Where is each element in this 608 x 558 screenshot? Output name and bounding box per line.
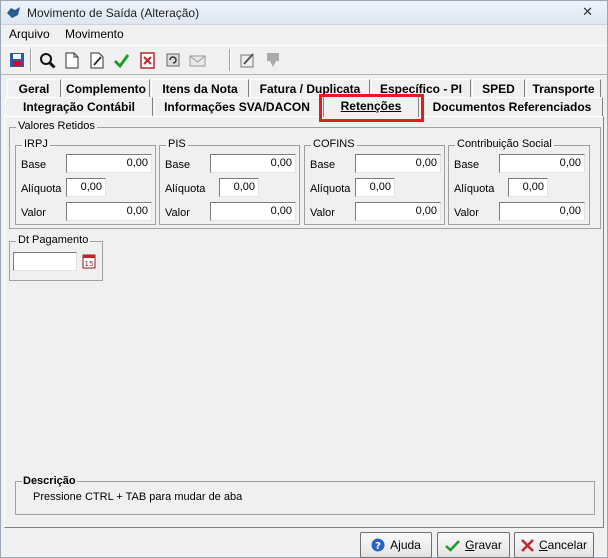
- cancel-x-icon: [521, 538, 534, 552]
- tab-documentos-referenciados[interactable]: Documentos Referenciados: [421, 97, 603, 116]
- irpj-title: IRPJ: [22, 138, 50, 150]
- save-icon[interactable]: [6, 49, 27, 71]
- tab-complemento[interactable]: Complemento: [62, 79, 150, 98]
- pis-valor-field[interactable]: 0,00: [210, 202, 296, 221]
- dt-pagamento-group: Dt Pagamento 15: [9, 234, 103, 281]
- csll-base-field[interactable]: 0,00: [499, 154, 585, 173]
- valores-retidos-group: Valores Retidos IRPJ Base 0,00 Alíquota …: [9, 120, 601, 229]
- window-title: Movimento de Saída (Alteração): [27, 6, 200, 20]
- gravar-button[interactable]: Gravar: [437, 532, 510, 558]
- stamp-icon[interactable]: [263, 49, 284, 71]
- tab-panel-retencoes: Valores Retidos IRPJ Base 0,00 Alíquota …: [4, 116, 604, 528]
- tab-informacoes-sva-dacon[interactable]: Informações SVA/DACON: [154, 97, 320, 116]
- gravar-label: Gravar: [465, 538, 502, 552]
- dt-pagamento-field[interactable]: [13, 252, 77, 271]
- title-bar: Movimento de Saída (Alteração) ✕: [1, 1, 607, 25]
- tab-geral[interactable]: Geral: [7, 79, 61, 98]
- menu-arquivo[interactable]: Arquivo: [9, 27, 50, 41]
- tab-retencoes[interactable]: Retenções: [323, 96, 419, 117]
- csll-base-label: Base: [454, 159, 480, 171]
- help-icon: ?: [371, 538, 385, 552]
- csll-valor-field[interactable]: 0,00: [499, 202, 585, 221]
- app-logo-icon: [7, 7, 20, 18]
- cofins-aliquota-label: Alíquota: [310, 183, 351, 195]
- descricao-box: Descrição Pressione CTRL + TAB para muda…: [15, 475, 595, 515]
- pis-aliquota-field[interactable]: 0,00: [219, 178, 259, 197]
- contribuicao-social-group: Contribuição Social Base 0,00 Alíquota 0…: [448, 138, 590, 225]
- ajuda-button[interactable]: ? Ajuda: [360, 532, 432, 558]
- refresh-icon[interactable]: [162, 49, 183, 71]
- cofins-group: COFINS Base 0,00 Alíquota 0,00 Valor 0,0…: [304, 138, 445, 225]
- valores-retidos-title: Valores Retidos: [16, 120, 97, 132]
- cofins-base-label: Base: [310, 159, 336, 171]
- irpj-group: IRPJ Base 0,00 Alíquota 0,00 Valor 0,00: [15, 138, 156, 225]
- cancelar-button[interactable]: Cancelar: [514, 532, 594, 558]
- calendar-icon[interactable]: 15: [82, 253, 96, 269]
- pis-title: PIS: [166, 138, 188, 150]
- cancelar-label: Cancelar: [538, 538, 588, 552]
- pis-valor-label: Valor: [165, 207, 190, 219]
- menu-bar: Arquivo Movimento: [1, 25, 607, 43]
- tab-integracao-contabil[interactable]: Integração Contábil: [5, 97, 153, 116]
- irpj-aliquota-label: Alíquota: [21, 183, 62, 195]
- tab-sped[interactable]: SPED: [472, 79, 525, 98]
- window: Movimento de Saída (Alteração) ✕ Arquivo…: [0, 0, 608, 558]
- check-icon: [445, 539, 461, 552]
- descricao-title: Descrição: [22, 475, 77, 487]
- irpj-base-label: Base: [21, 159, 47, 171]
- csll-aliquota-label: Alíquota: [454, 183, 495, 195]
- tab-transporte[interactable]: Transporte: [526, 79, 601, 98]
- contribuicao-social-title: Contribuição Social: [455, 138, 554, 150]
- cofins-title: COFINS: [311, 138, 357, 150]
- tab-strip: Geral Complemento Itens da Nota Fatura /…: [1, 77, 607, 121]
- csll-valor-label: Valor: [454, 207, 479, 219]
- pis-base-field[interactable]: 0,00: [210, 154, 296, 173]
- new-document-icon[interactable]: [61, 49, 82, 71]
- confirm-icon[interactable]: [111, 49, 132, 71]
- toolbar-separator: [30, 49, 32, 71]
- irpj-valor-field[interactable]: 0,00: [66, 202, 152, 221]
- search-icon[interactable]: [37, 49, 58, 71]
- pis-base-label: Base: [165, 159, 191, 171]
- delete-icon[interactable]: [137, 49, 158, 71]
- mail-icon[interactable]: [187, 49, 208, 71]
- ajuda-label: Ajuda: [390, 538, 421, 552]
- cofins-valor-field[interactable]: 0,00: [355, 202, 441, 221]
- svg-text:15: 15: [85, 260, 94, 268]
- tab-itens-da-nota[interactable]: Itens da Nota: [151, 79, 249, 98]
- irpj-aliquota-field[interactable]: 0,00: [66, 178, 106, 197]
- cofins-aliquota-field[interactable]: 0,00: [355, 178, 395, 197]
- svg-text:?: ?: [375, 541, 381, 552]
- irpj-base-field[interactable]: 0,00: [66, 154, 152, 173]
- irpj-valor-label: Valor: [21, 207, 46, 219]
- descricao-text: Pressione CTRL + TAB para mudar de aba: [33, 491, 243, 503]
- menu-movimento[interactable]: Movimento: [65, 27, 124, 41]
- close-button[interactable]: ✕: [582, 4, 593, 20]
- iss-icon[interactable]: [237, 49, 258, 71]
- pis-aliquota-label: Alíquota: [165, 183, 206, 195]
- cofins-valor-label: Valor: [310, 207, 335, 219]
- toolbar-separator: [229, 49, 231, 71]
- pis-group: PIS Base 0,00 Alíquota 0,00 Valor 0,00: [159, 138, 300, 225]
- csll-aliquota-field[interactable]: 0,00: [508, 178, 548, 197]
- dt-pagamento-title: Dt Pagamento: [16, 234, 91, 246]
- toolbar: [1, 45, 607, 75]
- cofins-base-field[interactable]: 0,00: [355, 154, 441, 173]
- edit-icon[interactable]: [87, 49, 108, 71]
